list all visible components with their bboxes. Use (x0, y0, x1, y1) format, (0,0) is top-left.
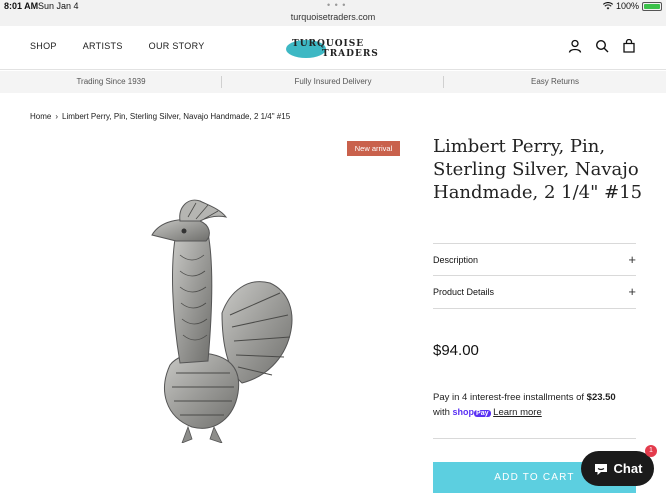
breadcrumb: Home › Limbert Perry, Pin, Sterling Silv… (30, 112, 290, 121)
nav-shop[interactable]: SHOP (30, 41, 57, 51)
logo-line2: TRADERS (322, 49, 379, 59)
status-right: 100% (602, 1, 662, 11)
more-dots-icon[interactable]: • • • (327, 0, 346, 10)
accordion-description-label: Description (433, 255, 479, 265)
promo-item: Easy Returns (444, 71, 666, 93)
installment-amount: $23.50 (586, 392, 616, 403)
product-price: $94.00 (433, 342, 479, 359)
promo-item: Trading Since 1939 (0, 71, 222, 93)
cart-icon[interactable] (622, 39, 636, 53)
new-arrival-badge: New arrival (347, 141, 400, 156)
battery-icon (642, 1, 662, 11)
logo-line1: TURQUOISE (292, 39, 365, 49)
promo-delivery: Fully Insured Delivery (294, 77, 372, 86)
learn-more-link[interactable]: Learn more (493, 407, 542, 418)
shop-pay-logo: shop Pay (453, 405, 491, 421)
main-nav: SHOP ARTISTS OUR STORY (30, 41, 205, 51)
divider (433, 438, 636, 439)
wifi-icon (602, 2, 613, 10)
status-bar: 8:01 AM Sun Jan 4 • • • turquoisetraders… (0, 0, 666, 26)
url-bar[interactable]: turquoisetraders.com (0, 12, 666, 22)
site-logo[interactable]: TURQUOISE TRADERS (286, 36, 386, 60)
accordion-product-details[interactable]: Product Details + (433, 275, 636, 307)
breadcrumb-separator: › (55, 112, 59, 121)
product-title: Limbert Perry, Pin, Sterling Silver, Nav… (433, 136, 643, 203)
promo-item: Fully Insured Delivery (222, 71, 444, 93)
shop-pay-shop: shop (452, 407, 475, 417)
battery-percent: 100% (615, 1, 639, 11)
account-icon[interactable] (568, 39, 582, 53)
product-image[interactable] (130, 195, 300, 443)
nav-our-story[interactable]: OUR STORY (149, 41, 205, 51)
breadcrumb-home[interactable]: Home (30, 112, 51, 121)
chat-badge: 1 (645, 445, 657, 457)
plus-icon[interactable]: + (628, 244, 636, 276)
chat-icon (594, 463, 607, 475)
shop-pay-pay: Pay (474, 410, 491, 417)
site-header: SHOP ARTISTS OUR STORY TURQUOISE TRADERS (0, 26, 666, 70)
promo-trading: Trading Since 1939 (76, 77, 146, 86)
accordion-description[interactable]: Description + (433, 243, 636, 275)
installments-with: with (433, 407, 453, 418)
status-date: Sun Jan 4 (38, 1, 79, 11)
plus-icon[interactable]: + (628, 276, 636, 308)
promo-bar: Trading Since 1939 Fully Insured Deliver… (0, 71, 666, 93)
search-icon[interactable] (595, 39, 609, 53)
divider (433, 308, 636, 309)
chat-label: Chat (613, 461, 643, 476)
installments-text: Pay in 4 interest-free installments of (433, 392, 587, 403)
breadcrumb-current: Limbert Perry, Pin, Sterling Silver, Nav… (62, 112, 291, 121)
promo-returns: Easy Returns (530, 77, 580, 86)
header-icons (568, 39, 636, 53)
accordion-details-label: Product Details (433, 287, 495, 297)
installments-info: Pay in 4 interest-free installments of $… (433, 391, 643, 421)
nav-artists[interactable]: ARTISTS (83, 41, 123, 51)
chat-button[interactable]: Chat (581, 451, 654, 486)
status-time: 8:01 AM (4, 1, 39, 11)
